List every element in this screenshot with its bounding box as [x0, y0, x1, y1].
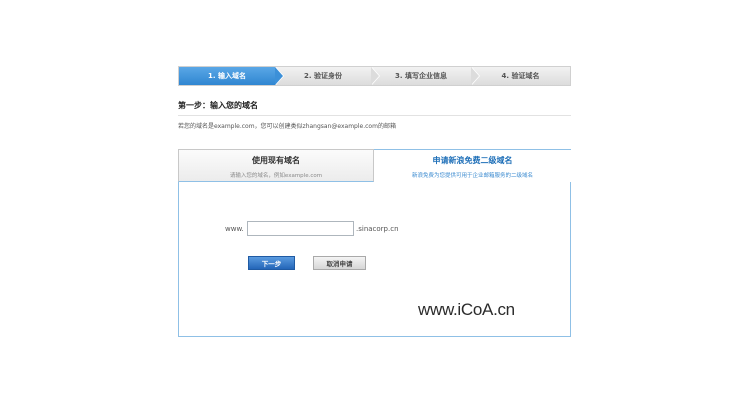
- step-1: 1. 输入域名: [179, 67, 284, 85]
- step-arrow: [471, 67, 479, 85]
- page-title: 第一步：输入您的域名: [178, 101, 258, 110]
- domain-input[interactable]: [247, 221, 354, 236]
- step-3-label: 3. 填写企业信息: [395, 72, 447, 80]
- domain-suffix: .sinacorp.cn: [356, 225, 399, 233]
- step-4: 4. 验证域名: [471, 67, 570, 85]
- tab-free-subdomain[interactable]: 申请新浪免费二级域名 新浪免费为您提供可用于企业邮箱服务的二级域名: [374, 149, 571, 182]
- tab-free-subdomain-title: 申请新浪免费二级域名: [432, 156, 513, 165]
- tab-existing-domain[interactable]: 使用现有域名 请输入您的域名，例如example.com: [178, 149, 374, 182]
- divider: [178, 115, 571, 116]
- step-2-label: 2. 验证身份: [304, 72, 342, 80]
- step-arrow: [275, 67, 283, 85]
- step-4-label: 4. 验证域名: [501, 72, 540, 80]
- tab-free-subdomain-subtitle: 新浪免费为您提供可用于企业邮箱服务的二级域名: [411, 173, 533, 179]
- cancel-application-button[interactable]: 取消申请: [313, 256, 366, 270]
- tab-existing-domain-subtitle: 请输入您的域名，例如example.com: [229, 173, 323, 179]
- domain-panel: 使用现有域名 请输入您的域名，例如example.com 申请新浪免费二级域名 …: [178, 149, 571, 337]
- watermark: www.iCoA.cn: [418, 300, 515, 319]
- tab-existing-domain-title: 使用现有域名: [252, 156, 300, 165]
- step-3: 3. 填写企业信息: [371, 67, 480, 85]
- step-1-label: 1. 输入域名: [208, 72, 246, 80]
- step-2: 2. 验证身份: [275, 67, 380, 85]
- domain-hint: 若您的域名是example.com，您可以创建类似zhangsan@exampl…: [178, 123, 396, 130]
- step-progress-bar: 1. 输入域名 2. 验证身份 3. 填写企业信息 4. 验证域名: [178, 66, 571, 86]
- domain-prefix: www.: [225, 225, 244, 233]
- step-arrow: [371, 67, 379, 85]
- next-step-button[interactable]: 下一步: [248, 256, 295, 270]
